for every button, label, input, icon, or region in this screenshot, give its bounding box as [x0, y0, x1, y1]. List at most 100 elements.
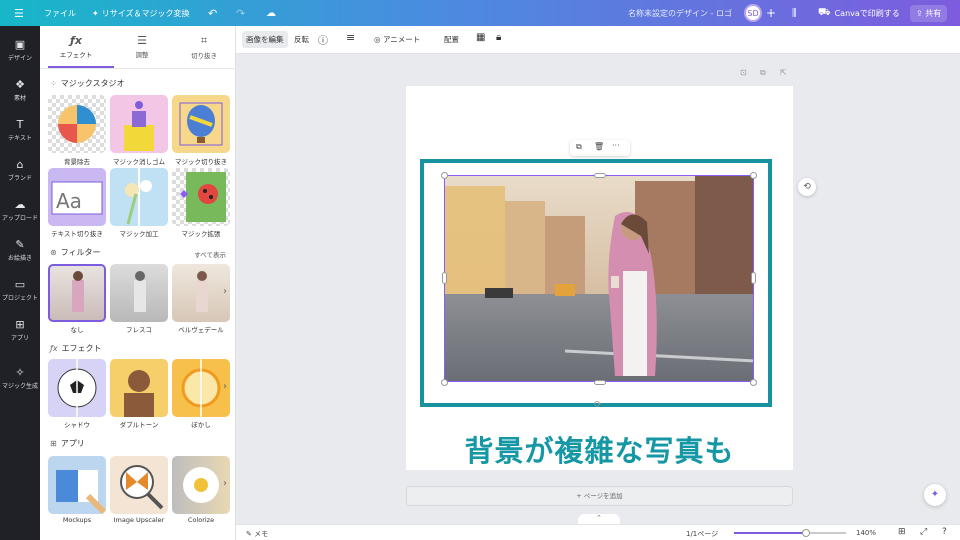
rail-item-text[interactable]: T テキスト: [0, 118, 40, 142]
resize-handle-top[interactable]: [594, 173, 606, 178]
comment-icon[interactable]: ⟲: [798, 178, 816, 196]
app-mockups[interactable]: [48, 456, 106, 514]
rail-item-projects[interactable]: ▭ プロジェクト: [0, 278, 40, 302]
woman-thumbnail-icon: [196, 271, 208, 312]
resize-handle[interactable]: [441, 172, 448, 179]
cloud-save-icon[interactable]: ☁: [266, 0, 276, 26]
undo-icon[interactable]: ↶: [208, 0, 217, 26]
chevron-right-icon[interactable]: ›: [223, 381, 227, 392]
duplicate-page-icon[interactable]: ⧉: [760, 68, 766, 78]
zoom-slider[interactable]: [734, 529, 846, 537]
page-indicator[interactable]: 1/1ページ: [686, 529, 718, 539]
resize-handle-bottom[interactable]: [594, 380, 606, 385]
rail-item-draw[interactable]: ✎ お絵描き: [0, 238, 40, 262]
rail-item-brand[interactable]: ⌂ ブランド: [0, 158, 40, 182]
resize-handle-left[interactable]: [442, 272, 447, 284]
rail-item-elements[interactable]: ❖ 素材: [0, 78, 40, 102]
tile-label: マジック拡張: [181, 230, 221, 238]
sparkle-icon: ✦: [92, 8, 99, 18]
resize-magic-switch-button[interactable]: ✦ リサイズ＆マジック変換: [92, 0, 189, 26]
notes-icon: ✎: [246, 530, 252, 538]
effect-blur[interactable]: [172, 359, 230, 417]
info-icon[interactable]: ⓘ: [318, 32, 328, 47]
position-button[interactable]: 配置: [444, 34, 459, 45]
fx-icon: ƒx: [50, 344, 58, 353]
resize-handle[interactable]: [750, 172, 757, 179]
chevron-right-icon[interactable]: ›: [223, 286, 227, 297]
duplicate-icon[interactable]: ⧉: [576, 142, 582, 152]
rotate-icon[interactable]: ⟳: [594, 400, 602, 410]
avatar[interactable]: SD: [744, 4, 762, 22]
filter-none[interactable]: [48, 264, 106, 322]
selected-photo[interactable]: [444, 175, 754, 382]
add-collaborator-icon[interactable]: +: [766, 0, 776, 26]
effects-title: エフェクト: [61, 344, 102, 353]
caption-text[interactable]: 背景が複雑な写真も: [406, 428, 793, 470]
help-icon[interactable]: ?: [942, 527, 947, 537]
left-rail: ▣ デザイン ❖ 素材 T テキスト ⌂ ブランド ☁ アップロード ✎ お絵描き ▭ プロジ…: [0, 26, 40, 540]
menu-icon[interactable]: ☰: [14, 0, 24, 26]
share-wrap[interactable]: ⇪ 共有: [910, 0, 948, 26]
tile-magic-edit[interactable]: [110, 168, 168, 226]
filters-see-all-link[interactable]: すべて表示: [194, 249, 226, 259]
notes-button[interactable]: ✎ メモ: [246, 529, 268, 539]
bottom-bar: ✎ メモ 1/1ページ 140% ⊞ ⤢ ?: [236, 524, 960, 540]
tile-label: マジック切り抜き: [175, 158, 227, 166]
tile-background-remover[interactable]: [48, 95, 106, 153]
notes-label: メモ: [254, 530, 269, 538]
border-style-icon[interactable]: ≡: [346, 31, 355, 44]
rail-label: マジック生成: [1, 383, 38, 390]
rail-item-design[interactable]: ▣ デザイン: [0, 38, 40, 62]
insights-icon[interactable]: ⫼: [792, 0, 797, 26]
document-title[interactable]: 名称未設定のデザイン - ロゴ: [628, 0, 732, 26]
resize-handle[interactable]: [441, 379, 448, 386]
tile-magic-grab[interactable]: [172, 95, 230, 153]
flip-button[interactable]: 反転: [294, 34, 309, 45]
redo-icon[interactable]: ↷: [236, 0, 245, 26]
effect-shadow[interactable]: [48, 359, 106, 417]
rail-item-apps[interactable]: ⊞ アプリ: [0, 318, 40, 342]
app-image-upscaler[interactable]: [110, 456, 168, 514]
rail-label: テキスト: [8, 135, 32, 142]
rail-item-magic-media[interactable]: ✧ マジック生成: [0, 366, 40, 390]
tab-crop[interactable]: ⌗ 切り抜き: [174, 34, 234, 60]
add-page-button[interactable]: + ページを追加: [406, 486, 793, 506]
add-page-icon[interactable]: ⇱: [780, 68, 787, 77]
more-options-icon[interactable]: ···: [612, 141, 620, 150]
grid-view-icon[interactable]: ⊞: [898, 527, 906, 537]
tile-magic-eraser[interactable]: [110, 95, 168, 153]
zoom-slider-knob[interactable]: [801, 529, 810, 537]
text-icon: T: [16, 118, 24, 131]
print-with-canva-button[interactable]: ⛟ Canvaで印刷する: [818, 0, 900, 26]
lock-icon[interactable]: 🔒︎: [496, 32, 501, 43]
avatar-wrap[interactable]: SD: [744, 0, 762, 26]
magic-assistant-icon[interactable]: ✦: [924, 484, 946, 506]
trash-icon[interactable]: 🗑︎: [594, 142, 604, 151]
tile-magic-expand[interactable]: [172, 168, 230, 226]
filter-icon: ⊛: [50, 248, 57, 257]
page-lock-icon[interactable]: ⊡: [740, 68, 747, 77]
share-button[interactable]: ⇪ 共有: [910, 4, 948, 22]
zoom-level[interactable]: 140%: [856, 529, 876, 537]
rail-label: アプリ: [10, 335, 29, 342]
transparency-icon[interactable]: ▦: [476, 32, 485, 43]
tab-adjust[interactable]: ☰ 調整: [112, 34, 172, 59]
share-label: 共有: [925, 8, 942, 18]
filter-belvedere[interactable]: [172, 264, 230, 322]
edit-image-button[interactable]: 画像を編集: [242, 31, 288, 48]
orange-slice-thumbnail-icon: [181, 359, 221, 417]
filter-fresco[interactable]: [110, 264, 168, 322]
fullscreen-icon[interactable]: ⤢: [920, 527, 927, 537]
resize-handle-right[interactable]: [751, 272, 756, 284]
tile-text-grab[interactable]: Aa: [48, 168, 106, 226]
rail-item-uploads[interactable]: ☁ アップロード: [0, 198, 40, 222]
animate-button[interactable]: ◎ アニメート: [374, 34, 420, 45]
app-colorize[interactable]: [172, 456, 230, 514]
chevron-up-icon[interactable]: ⌃: [578, 514, 620, 524]
resize-handle[interactable]: [750, 379, 757, 386]
effect-duotone[interactable]: [110, 359, 168, 417]
chevron-right-icon[interactable]: ›: [223, 478, 227, 489]
svg-text:Aa: Aa: [56, 189, 82, 213]
file-menu[interactable]: ファイル: [44, 0, 76, 26]
tab-effects[interactable]: ƒx エフェクト: [46, 34, 106, 59]
